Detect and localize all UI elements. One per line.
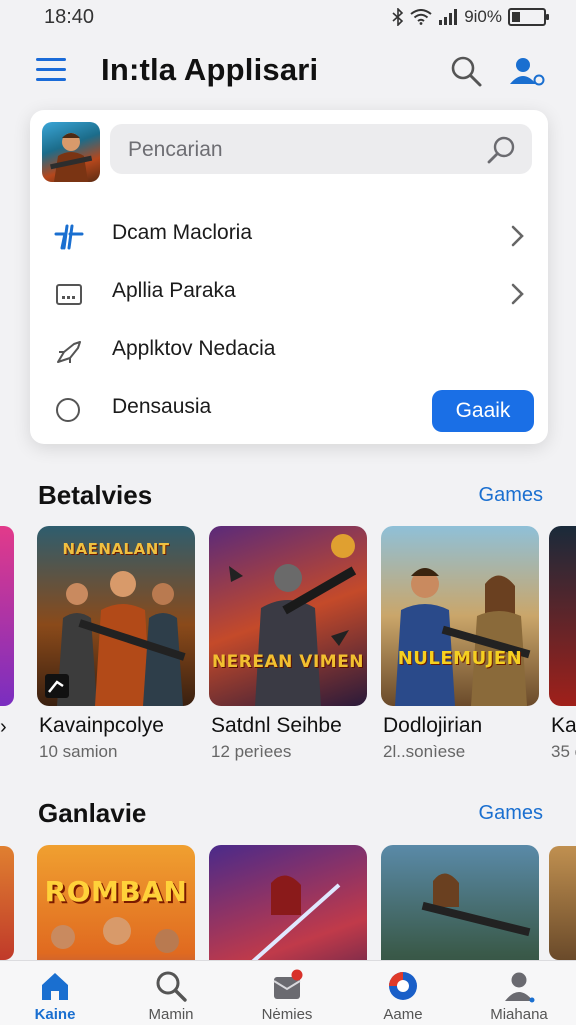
card-partial-left[interactable]	[0, 846, 14, 960]
cover-title: NULEMUJEN	[397, 648, 523, 669]
search-input[interactable]	[126, 124, 470, 176]
game-title: Kavainpcolye	[39, 714, 164, 737]
game-cover	[381, 845, 539, 960]
nav-label: Nėmies	[261, 1006, 313, 1023]
chevron-right-icon	[511, 283, 524, 305]
game-cover	[209, 845, 367, 960]
game-subtitle: 10 samion	[39, 742, 118, 761]
section-title: Ganlavie	[38, 798, 147, 828]
game-card[interactable]: NAENALANT Kavainpcolye 10 samion	[37, 526, 197, 761]
page-title: In:tla Applisari	[101, 52, 319, 87]
game-card[interactable]: ROMBAN	[37, 845, 197, 960]
search-icon[interactable]	[486, 134, 518, 166]
cover-artwork	[395, 568, 531, 706]
menu-item-dcam-macloria[interactable]: Dcam Macloria	[30, 208, 548, 264]
cover-artwork	[251, 875, 341, 960]
games-icon	[389, 972, 417, 1000]
game-cover	[549, 526, 576, 706]
game-cover: NAENALANT	[37, 526, 195, 706]
cover-artwork	[45, 571, 186, 706]
card-partial-right[interactable]	[549, 846, 576, 960]
nav-label: Miahana	[490, 1006, 548, 1023]
nav-label: Mamin	[148, 1006, 194, 1023]
menu-item-label: Apllia Paraka	[112, 279, 236, 302]
game-cover: ROMBAN	[37, 845, 195, 960]
circle-icon	[56, 398, 80, 422]
cover-artwork	[229, 534, 357, 706]
nav-item-profile[interactable]: Miahana	[464, 961, 574, 1025]
menu-icon[interactable]	[36, 58, 66, 84]
bluetooth-icon	[392, 8, 404, 26]
section-header: Betalvies Games	[0, 478, 576, 518]
nav-item-search[interactable]: Mamin	[116, 961, 226, 1025]
search-field[interactable]	[110, 124, 532, 176]
game-card[interactable]: NULEMUJEN Dodlojirian 2l..sonìese	[381, 526, 541, 761]
battery-icon	[508, 8, 549, 26]
game-title: Satdnl Seihbe	[211, 714, 342, 737]
wifi-icon	[410, 9, 432, 25]
home-icon	[42, 973, 68, 1000]
game-card-partial[interactable]: Kat 35 e	[549, 526, 576, 766]
menu-item-label: Densausia	[112, 395, 212, 418]
status-bar: 18:40 9i0%	[0, 0, 576, 36]
chevron-left-icon: ›	[0, 716, 7, 738]
dashboard-icon	[56, 284, 82, 305]
game-cover: NEREAN VIMEN	[209, 526, 367, 706]
profile-icon[interactable]	[506, 54, 546, 88]
game-subtitle: 12 perìees	[211, 742, 292, 761]
signal-icon	[439, 9, 458, 25]
section-header: Ganlavie Games	[0, 796, 576, 836]
menu-item-applktov-nedacia[interactable]: Applktov Nedacia	[30, 324, 548, 380]
user-icon	[505, 972, 535, 1003]
search-icon[interactable]	[449, 54, 483, 88]
nav-label: Aame	[383, 1006, 423, 1023]
dropdown-panel: Dcam Macloria Apllia Paraka Applktov Ned…	[30, 110, 548, 444]
pulse-icon	[54, 224, 84, 250]
chevron-right-icon	[511, 225, 524, 247]
nav-item-inbox[interactable]: Nėmies	[232, 961, 342, 1025]
cover-artwork	[421, 873, 531, 937]
game-subtitle: 2l..sonìese	[383, 742, 466, 761]
game-card[interactable]: NEREAN VIMEN Satdnl Seihbe 12 perìees	[209, 526, 369, 761]
nav-item-home[interactable]: Kaine	[0, 961, 110, 1025]
search-icon	[156, 971, 187, 1002]
section-title: Betalvies	[38, 480, 153, 510]
menu-item-apllia-paraka[interactable]: Apllia Paraka	[30, 266, 548, 322]
app-bar: In:tla Applisari	[0, 40, 576, 102]
game-cover: NULEMUJEN	[381, 526, 539, 706]
bottom-nav: Kaine Mamin Nėmies Aame Miahana	[0, 960, 576, 1025]
game-title: Kat	[551, 714, 576, 737]
game-title: Dodlojirian	[383, 714, 483, 737]
game-subtitle: 35 e	[551, 742, 576, 761]
avatar[interactable]	[42, 122, 100, 182]
nav-label: Kaine	[34, 1006, 76, 1023]
status-icons: 9i0%	[392, 7, 549, 27]
avatar-image	[50, 133, 93, 182]
cover-title: NEREAN VIMEN	[211, 652, 365, 672]
inbox-icon	[273, 969, 303, 999]
cover-artwork	[51, 917, 179, 953]
nav-item-games[interactable]: Aame	[348, 961, 458, 1025]
status-time: 18:40	[44, 6, 95, 28]
game-card[interactable]	[209, 845, 369, 960]
battery-percent: 9i0%	[464, 7, 502, 26]
game-card[interactable]	[381, 845, 541, 960]
gaaik-button[interactable]: Gaaik	[432, 390, 534, 432]
menu-item-label: Applktov Nedacia	[112, 337, 276, 360]
rocket-icon	[57, 341, 81, 363]
card-partial-left[interactable]	[0, 526, 14, 706]
menu-item-label: Dcam Macloria	[112, 221, 253, 244]
section-link-games[interactable]: Games	[479, 802, 543, 825]
section-link-games[interactable]: Games	[479, 484, 543, 507]
